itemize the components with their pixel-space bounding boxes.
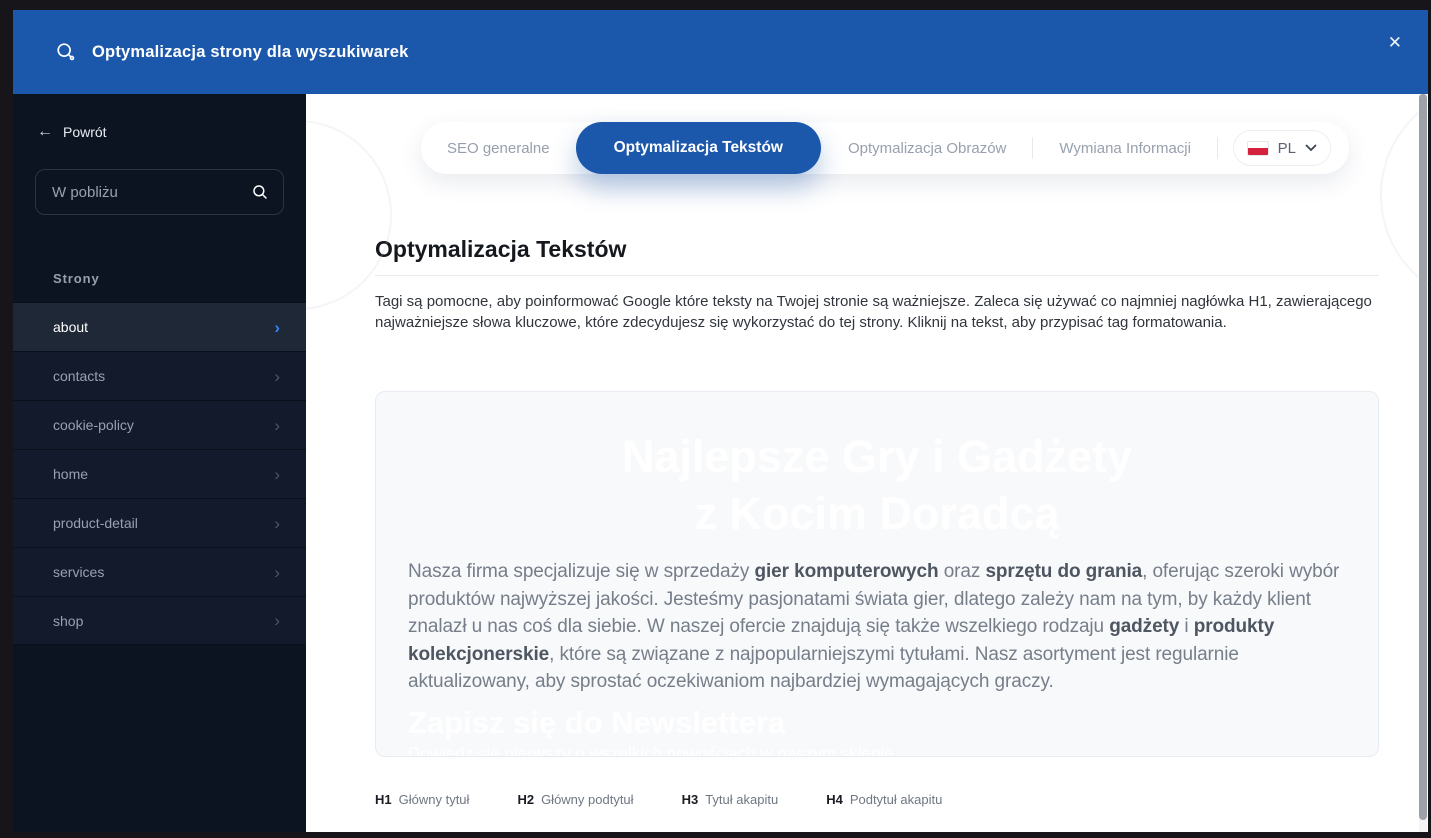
search-icon [57,43,75,61]
legend-item-h1: H1 Główny tytuł [375,792,469,807]
preview-h1-line1: Najlepsze Gry i Gadżety [621,431,1133,482]
tab-bar: SEO generalne Optymalizacja Tekstów Opty… [421,122,1349,174]
language-code: PL [1277,139,1296,157]
poland-flag-icon [1246,140,1269,156]
sidebar-item-contacts[interactable]: contacts › [13,351,306,400]
page-title: Optymalizacja Tekstów [375,236,627,262]
sidebar: ← Powrót Strony about › contacts › [13,94,306,832]
sidebar-item-services[interactable]: services › [13,547,306,596]
legend-item-h2: H2 Główny podtytuł [517,792,633,807]
back-label: Powrót [63,124,107,140]
modal-header: Optymalizacja strony dla wyszukiwarek ✕ [13,10,1428,94]
legend-label: Główny tytuł [398,792,470,807]
chevron-right-icon: › [274,611,280,630]
legend-label: Tytuł akapitu [705,792,779,807]
preview-h1[interactable]: Najlepsze Gry i Gadżety z Kocim Doradcą [408,428,1346,542]
divider [375,275,1379,276]
page-backdrop: { "header": { "title": "Optymalizacja st… [0,0,1431,838]
sidebar-item-cookie-policy[interactable]: cookie-policy › [13,400,306,449]
close-icon[interactable]: ✕ [1388,34,1402,51]
sidebar-item-label: home [53,466,89,482]
chevron-right-icon: › [274,513,280,533]
pages-list: about › contacts › cookie-policy › home … [13,302,306,645]
scrollbar-track [1419,94,1427,832]
tab-separator [1216,137,1218,159]
sidebar-item-label: cookie-policy [53,417,134,433]
legend-item-h4: H4 Podtytuł akapitu [826,792,942,807]
legend-tag: H4 [826,792,843,807]
text-preview-card: Najlepsze Gry i Gadżety z Kocim Doradcą … [375,391,1379,757]
tab-seo-generalne[interactable]: SEO generalne [421,140,576,157]
chevron-right-icon: › [274,464,280,484]
preview-h1-line2: z Kocim Doradcą [694,488,1060,539]
chevron-right-icon: › [274,562,280,582]
sidebar-item-label: about [53,319,89,335]
sidebar-search [35,169,284,215]
language-selector[interactable]: PL [1232,130,1331,166]
legend-label: Podtytuł akapitu [849,792,943,807]
decorative-ring [306,120,392,310]
legend-tag: H1 [375,792,392,807]
pages-section-label: Strony [53,271,100,286]
back-button[interactable]: ← Powrót [37,123,306,141]
sidebar-item-label: contacts [53,368,106,384]
heading-legend: H1 Główny tytuł H2 Główny podtytuł H3 Ty… [375,792,1379,807]
sidebar-item-label: product-detail [53,515,138,531]
sidebar-item-about[interactable]: about › [13,302,306,351]
sidebar-item-home[interactable]: home › [13,449,306,498]
back-arrow-icon: ← [37,123,53,140]
tab-optymalizacja-obrazow[interactable]: Optymalizacja Obrazów [822,140,1032,157]
preview-paragraph[interactable]: Nasza firma specjalizuje się w sprzedaży… [408,558,1346,696]
seo-modal: Optymalizacja strony dla wyszukiwarek ✕ … [13,10,1428,832]
legend-item-h3: H3 Tytuł akapitu [682,792,779,807]
sidebar-item-label: shop [53,612,84,629]
preview-newsletter-subtitle[interactable]: Dowiedz się pierwszy o wszelkich nowości… [408,744,1346,757]
chevron-right-icon: › [274,415,280,435]
tab-wymiana-informacji[interactable]: Wymiana Informacji [1033,140,1217,157]
sidebar-item-shop[interactable]: shop › [13,596,306,645]
page-description: Tagi są pomocne, aby poinformować Google… [375,293,1372,331]
tab-optymalizacja-tekstow[interactable]: Optymalizacja Tekstów [575,122,821,174]
modal-title: Optymalizacja strony dla wyszukiwarek [92,42,409,61]
legend-tag: H2 [517,792,535,807]
modal-body: ← Powrót Strony about › contacts › [13,94,1428,832]
scrollbar-thumb[interactable] [1419,94,1427,820]
chevron-right-icon: › [274,366,280,386]
legend-label: Główny podtytuł [541,792,634,807]
preview-newsletter-title[interactable]: Zapisz się do Newslettera [408,705,1346,741]
sidebar-item-label: services [53,564,105,580]
sidebar-item-product-detail[interactable]: product-detail › [13,498,306,547]
chevron-right-icon: › [274,317,280,337]
search-icon[interactable] [251,183,269,201]
legend-tag: H3 [681,792,699,807]
main-panel: SEO generalne Optymalizacja Tekstów Opty… [306,94,1428,832]
chevron-down-icon [1305,144,1317,152]
sidebar-search-input[interactable] [52,183,251,201]
